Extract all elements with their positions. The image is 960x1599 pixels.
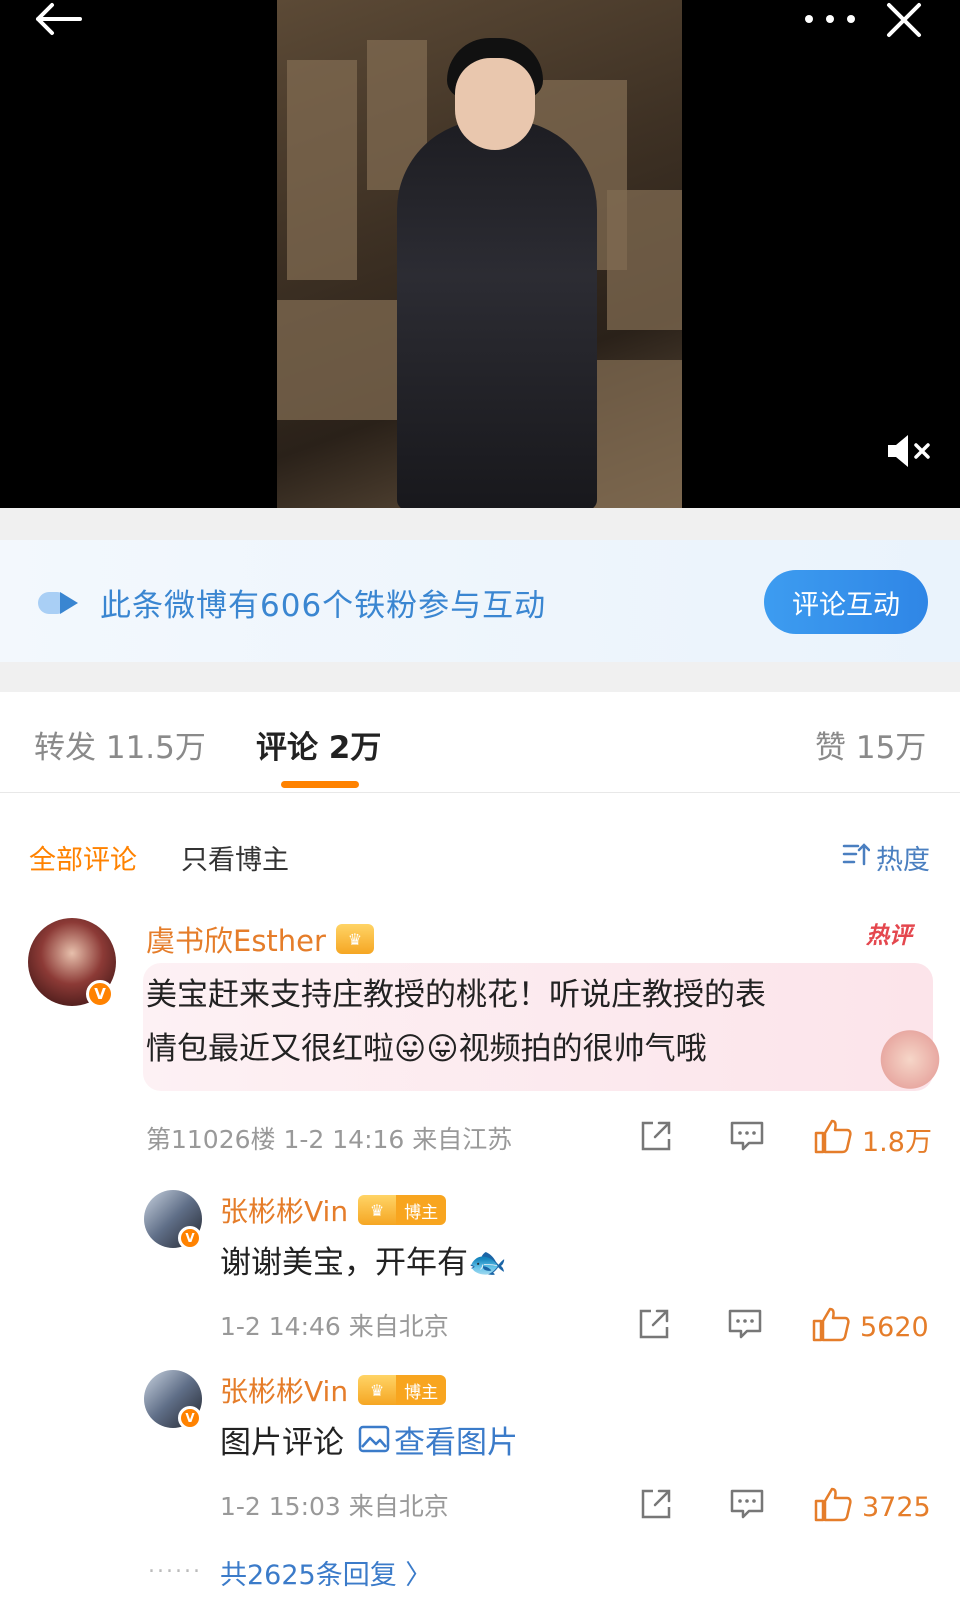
back-arrow-icon[interactable]	[30, 0, 86, 38]
sort-button[interactable]: 热度	[842, 838, 930, 877]
reply-text: 图片评论	[220, 1425, 344, 1461]
verified-badge-icon: V	[178, 1226, 202, 1250]
like-count: 3725	[862, 1492, 931, 1523]
view-image-label: 查看图片	[394, 1425, 518, 1461]
reply-icon[interactable]	[725, 1116, 769, 1156]
filter-host-only[interactable]: 只看博主	[181, 838, 289, 877]
reply-username[interactable]: 张彬彬Vin	[220, 1370, 348, 1410]
share-icon[interactable]	[636, 1484, 676, 1524]
host-badge: 博主	[396, 1375, 447, 1405]
section-divider	[0, 508, 960, 540]
more-dots-icon[interactable]	[803, 6, 857, 32]
crown-icon: ♛	[358, 1375, 397, 1405]
reply-body: 图片评论 查看图片	[220, 1416, 518, 1470]
close-icon[interactable]	[884, 0, 924, 40]
thumbs-up-icon	[814, 1486, 852, 1529]
speaker-muted-icon[interactable]	[886, 432, 934, 470]
sort-label: 热度	[876, 845, 930, 876]
crown-icon: ♛	[335, 924, 374, 954]
banner-text: 此条微博有606个铁粉参与互动	[100, 588, 547, 624]
more-replies-link[interactable]: 共2625条回复 〉	[220, 1553, 432, 1592]
share-icon[interactable]	[634, 1304, 674, 1344]
like-count: 1.8万	[862, 1127, 932, 1158]
reply-icon[interactable]	[725, 1484, 769, 1524]
like-button[interactable]: 3725	[814, 1486, 931, 1529]
active-tab-indicator	[281, 781, 359, 788]
replies-dots: ......	[148, 1553, 202, 1578]
reply-text: 谢谢美宝，开年有🐟	[220, 1245, 507, 1281]
reply-icon[interactable]	[723, 1304, 767, 1344]
video-player[interactable]	[0, 0, 960, 508]
verified-badge-icon: V	[86, 980, 114, 1008]
tab-reposts[interactable]: 转发 11.5万	[34, 722, 206, 767]
tab-comments[interactable]: 评论 2万	[256, 722, 381, 767]
filter-all-comments[interactable]: 全部评论	[29, 838, 137, 877]
like-count: 5620	[860, 1312, 929, 1343]
verified-badge-icon: V	[178, 1406, 202, 1430]
like-button[interactable]: 1.8万	[814, 1118, 932, 1161]
like-button[interactable]: 5620	[812, 1306, 929, 1349]
reply-username[interactable]: 张彬彬Vin	[220, 1190, 348, 1230]
sticker-girl-icon	[874, 1028, 946, 1098]
comment-interaction-button[interactable]: 评论互动	[764, 570, 928, 634]
section-divider	[0, 662, 960, 692]
comment-meta: 第11026楼 1-2 14:16 来自江苏	[146, 1125, 513, 1154]
comment-username[interactable]: 虞书欣Esther	[146, 918, 326, 960]
host-badge: 博主	[396, 1195, 447, 1225]
reply-header: 张彬彬Vin ♛ 博主	[220, 1190, 447, 1230]
crown-icon: ♛	[358, 1195, 397, 1225]
comment-text-line: 情包最近又很红啦😛😛视频拍的很帅气哦	[146, 1031, 707, 1067]
tabs-divider	[0, 792, 960, 793]
thumbs-up-icon	[814, 1118, 852, 1161]
pill-icon	[36, 588, 82, 622]
reply-meta: 1-2 15:03 来自北京	[220, 1492, 449, 1521]
thumbs-up-icon	[812, 1306, 850, 1349]
reply-meta: 1-2 14:46 来自北京	[220, 1312, 449, 1341]
image-icon	[358, 1416, 390, 1470]
view-image-link[interactable]: 查看图片	[358, 1416, 518, 1470]
video-frame	[277, 0, 682, 508]
share-icon[interactable]	[636, 1116, 676, 1156]
tab-likes[interactable]: 赞 15万	[815, 722, 926, 767]
hot-comment-badge: 热评	[866, 923, 912, 949]
comment-text-line: 美宝赶来支持庄教授的桃花！听说庄教授的表	[146, 977, 766, 1013]
reply-header: 张彬彬Vin ♛ 博主	[220, 1370, 447, 1410]
sort-icon	[842, 842, 871, 873]
comment-header: 虞书欣Esther ♛	[146, 918, 374, 960]
